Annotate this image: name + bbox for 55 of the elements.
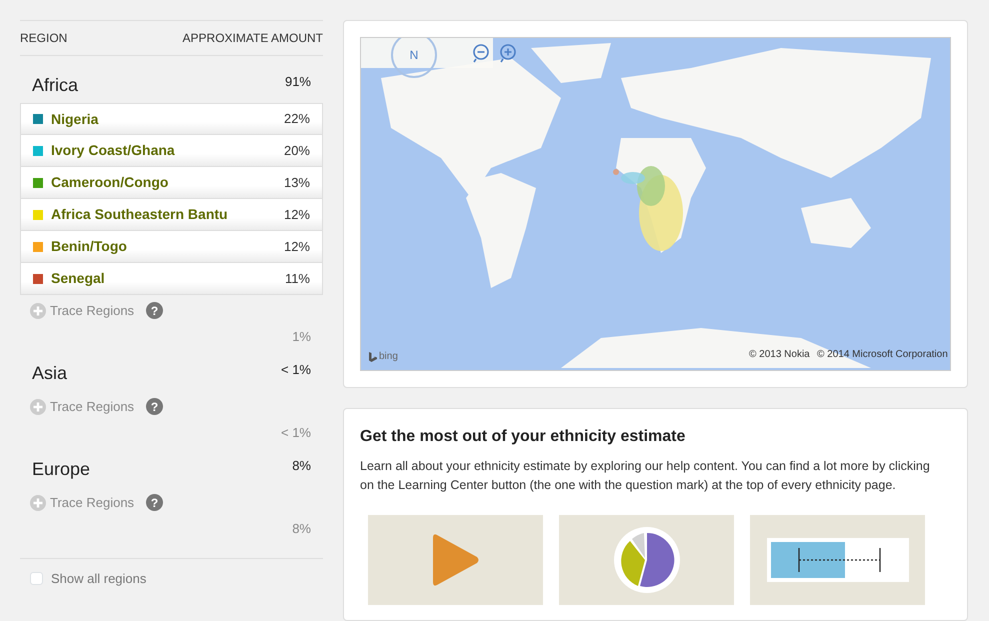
subregion-amount: 20% (284, 142, 310, 160)
play-icon (432, 533, 478, 587)
help-tile[interactable] (559, 515, 734, 605)
subregion-row[interactable]: Senegal 11% (20, 263, 323, 295)
subregion-amount: 12% (284, 206, 310, 224)
region-amount: 91% (284, 73, 311, 91)
subregion-row[interactable]: Benin/Togo 12% (20, 231, 323, 263)
copyright-text: © 2013 Nokia (749, 348, 810, 362)
column-header: APPROXIMATE AMOUNT (182, 30, 323, 47)
other-amount: 8% (292, 520, 311, 536)
subregion-row[interactable]: Cameroon/Congo 13% (20, 167, 323, 199)
trace-regions-link[interactable]: Trace Regions (50, 397, 134, 416)
region-name: Africa (32, 74, 78, 97)
other-amount: < 1% (281, 424, 311, 440)
subregion-name: Benin/Togo (51, 237, 127, 256)
help-button[interactable]: ? (146, 302, 164, 320)
checkbox-label: Show all regions (51, 570, 146, 588)
region-name: Europe (32, 458, 90, 481)
section-text: Learn all about your ethnicity estimate by exploring our help content. You can find a lot more by clicking on the Learning Center button (the one with the question mark) at the top of every ethnicity page. (360, 458, 931, 494)
help-button[interactable]: ? (146, 398, 164, 416)
logo-icon (369, 352, 377, 362)
trace-regions-link[interactable]: Trace Regions (50, 301, 134, 320)
region-amount: < 1% (281, 361, 311, 379)
subregion-row[interactable]: Nigeria 22% (20, 103, 323, 135)
add-icon[interactable] (30, 494, 46, 511)
logo-text: bing (379, 350, 398, 364)
subregion-name: Nigeria (51, 110, 98, 129)
subregion-amount: 22% (284, 110, 310, 128)
subregion-amount: 12% (284, 238, 310, 256)
help-button[interactable]: ? (146, 494, 164, 512)
region-amount: 8% (292, 457, 311, 475)
subregion-name: Ivory Coast/Ghana (51, 141, 175, 160)
compass-control[interactable]: N (391, 38, 437, 78)
copyright-text: © 2014 Microsoft Corporation (817, 348, 948, 362)
subregion-name: Cameroon/Congo (51, 173, 168, 192)
section-title: Get the most out of your ethnicity estimate (360, 427, 686, 447)
column-header: REGION (20, 30, 68, 47)
help-tile[interactable] (750, 515, 925, 605)
zoom-out-button[interactable] (471, 42, 491, 62)
subregion-name: Africa Southeastern Bantu (51, 205, 228, 224)
trace-regions-link[interactable]: Trace Regions (50, 493, 134, 512)
other-amount: 1% (292, 328, 311, 344)
range-bar-icon (766, 538, 908, 582)
subregion-row[interactable]: Ivory Coast/Ghana 20% (20, 135, 323, 167)
subregion-amount: 13% (284, 174, 310, 192)
subregion-row[interactable]: Africa Southeastern Bantu 12% (20, 199, 323, 231)
help-tile[interactable] (368, 515, 543, 605)
show-all-checkbox[interactable] (30, 572, 43, 586)
pie-chart-icon (614, 527, 680, 593)
region-name: Asia (32, 362, 68, 385)
add-icon[interactable] (30, 398, 46, 415)
zoom-in-button[interactable] (498, 42, 518, 62)
add-icon[interactable] (30, 302, 46, 319)
subregion-name: Senegal (51, 269, 105, 288)
subregion-amount: 11% (284, 270, 310, 288)
